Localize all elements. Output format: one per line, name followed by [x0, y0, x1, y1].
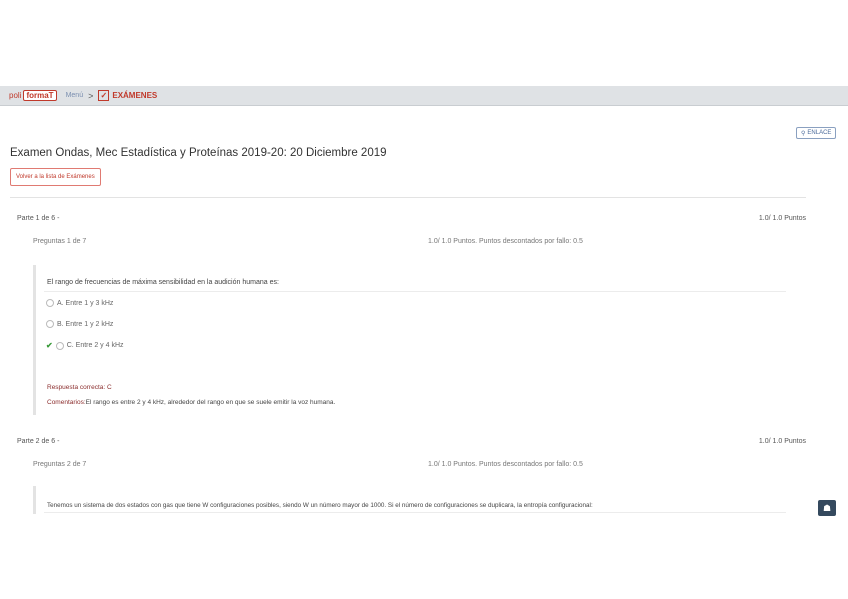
question-panel — [33, 265, 790, 415]
comment-label: Comentarios: — [47, 399, 86, 406]
page-title: Examen Ondas, Mec Estadística y Proteína… — [10, 147, 387, 159]
option-b[interactable]: B. Entre 1 y 2 kHz — [46, 320, 113, 328]
question-points: 1.0/ 1.0 Puntos. Puntos descontados por … — [428, 238, 583, 245]
link-button-label: ENLACE — [807, 130, 832, 136]
link-button[interactable]: ⚲ ENLACE — [796, 127, 837, 139]
poliformat-logo[interactable]: poli formaT — [9, 90, 57, 101]
divider — [44, 291, 786, 292]
back-to-list-button[interactable]: Volver a la lista de Exámenes — [10, 168, 101, 186]
breadcrumb-separator: > — [88, 90, 94, 101]
checkmark-icon: ✔ — [46, 341, 53, 350]
chat-icon[interactable]: ☗ — [818, 500, 836, 516]
radio-option-c[interactable] — [55, 341, 64, 350]
option-c[interactable]: ✔ C. Entre 2 y 4 kHz — [46, 341, 124, 350]
link-icon: ⚲ — [801, 130, 806, 137]
radio-option-b[interactable] — [46, 320, 54, 328]
divider — [10, 197, 806, 198]
question-label: Preguntas 2 de 7 — [33, 461, 87, 468]
radio-option-a[interactable] — [46, 299, 54, 307]
part-label: Parte 2 de 6 - — [17, 438, 60, 445]
part-points: 1.0/ 1.0 Puntos — [758, 215, 806, 222]
question-panel — [33, 486, 790, 514]
option-label: B. Entre 1 y 2 kHz — [57, 320, 114, 328]
breadcrumb-home-link[interactable]: Menú — [66, 92, 84, 99]
logo-poli-text: poli — [9, 91, 22, 100]
logo-format-text: formaT — [23, 90, 57, 101]
question-text: Tenemos un sistema de dos estados con ga… — [47, 502, 593, 509]
part-points: 1.0/ 1.0 Puntos — [758, 438, 806, 445]
comment-text: El rango es entre 2 y 4 kHz, alrededor d… — [85, 399, 336, 406]
part-label: Parte 1 de 6 - — [17, 215, 60, 222]
question-text: El rango de frecuencias de máxima sensib… — [47, 279, 279, 286]
option-label: A. Entre 1 y 3 kHz — [57, 299, 114, 307]
correct-answer: Respuesta correcta: C — [47, 384, 112, 391]
comment: Comentarios:El rango es entre 2 y 4 kHz,… — [47, 399, 335, 406]
question-points: 1.0/ 1.0 Puntos. Puntos descontados por … — [428, 461, 583, 468]
top-bar: poli formaT Menú > ✓ EXÁMENES — [0, 86, 848, 106]
checkbox-icon: ✓ — [98, 90, 110, 101]
question-label: Preguntas 1 de 7 — [33, 238, 87, 245]
option-label: C. Entre 2 y 4 kHz — [66, 342, 124, 349]
divider — [44, 512, 786, 513]
breadcrumb-current[interactable]: EXÁMENES — [112, 91, 157, 100]
option-a[interactable]: A. Entre 1 y 3 kHz — [46, 299, 113, 307]
